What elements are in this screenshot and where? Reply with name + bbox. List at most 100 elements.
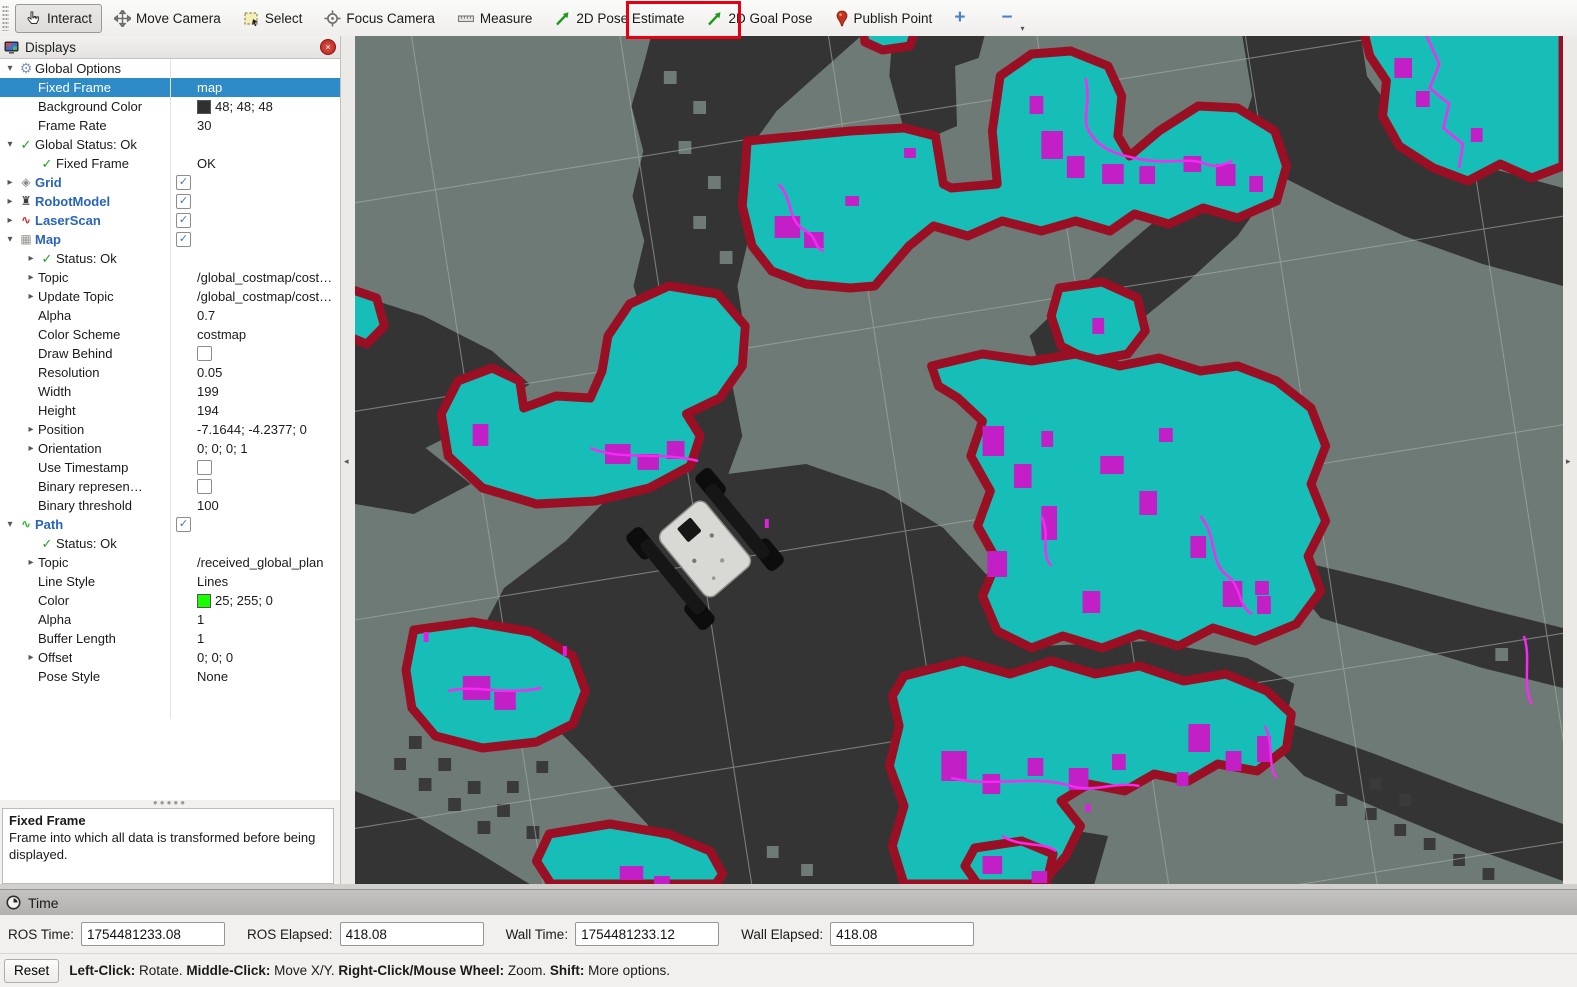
property-value[interactable]: /global_costmap/cost… [197,287,332,306]
left-collapse-strip[interactable]: ◂ [341,36,355,884]
expand-arrow[interactable]: ▾ [3,59,17,78]
property-value[interactable]: /global_costmap/cost… [197,268,332,287]
property-value[interactable]: 1 [197,610,204,629]
property-name: Update Topic [38,287,114,306]
property-value[interactable]: 0; 0; 0; 1 [197,439,248,458]
property-value[interactable]: -7.1644; -4.2377; 0 [197,420,307,439]
property-value[interactable]: Lines [197,572,228,591]
expand-arrow[interactable]: ▸ [24,287,38,306]
enabled-checkbox[interactable] [197,460,212,475]
right-collapse-strip[interactable]: ▸ [1563,36,1577,884]
property-value[interactable]: map [197,78,222,97]
enabled-checkbox[interactable] [176,213,191,228]
enabled-checkbox[interactable] [176,175,191,190]
property-name: Path [35,515,63,534]
toolbar-drag-handle[interactable] [2,5,9,31]
pose-estimate-tool-button[interactable]: 2D Pose Estimate [544,4,694,33]
property-value[interactable]: 0.7 [197,306,215,325]
add-tool-button[interactable]: + [944,7,975,29]
property-value[interactable]: 0; 0; 0 [197,648,233,667]
color-swatch[interactable] [197,594,211,608]
move-camera-tool-button[interactable]: Move Camera [104,4,231,33]
property-value[interactable]: OK [197,154,216,173]
publish-point-tool-button[interactable]: Publish Point [825,4,943,33]
expand-arrow[interactable]: ▸ [24,249,38,268]
property-value[interactable]: 100 [197,496,219,515]
property-value[interactable]: 194 [197,401,219,420]
goal-pose-tool-button[interactable]: 2D Goal Pose [696,4,822,33]
expand-arrow[interactable]: ▾ [3,515,17,534]
reset-button[interactable]: Reset [4,959,59,983]
row-type-icon [38,534,56,553]
panel-title: Displays [25,40,314,55]
color-swatch[interactable] [197,100,211,114]
move-arrows-icon [114,10,131,27]
select-tool-button[interactable]: Select [233,4,313,33]
property-name: Orientation [38,439,102,458]
move-camera-label: Move Camera [136,11,221,26]
interact-label: Interact [47,11,92,26]
time-panel-header[interactable]: Time [0,889,1577,915]
property-help-box: Fixed Frame Frame into which all data is… [2,808,334,884]
toolbar: Interact Move Camera Select [0,0,1577,37]
time-field-input[interactable] [81,922,225,946]
enabled-checkbox[interactable] [176,517,191,532]
time-field-input[interactable] [830,922,974,946]
hint-segment: Move X/Y. [270,963,338,978]
expand-arrow[interactable]: ▾ [3,230,17,249]
expand-arrow[interactable]: ▸ [3,192,17,211]
property-name: Color [38,591,69,610]
displays-panel-header[interactable]: Displays × [0,36,340,59]
expand-arrow[interactable]: ▸ [24,648,38,667]
property-value[interactable]: /received_global_plan [197,553,323,572]
property-name: LaserScan [35,211,101,230]
interact-tool-button[interactable]: Interact [15,4,102,33]
property-value[interactable]: 1 [197,629,204,648]
expand-arrow[interactable]: ▸ [3,173,17,192]
panel-splitter[interactable]: ●●●●● [0,800,340,807]
expand-arrow[interactable]: ▸ [3,211,17,230]
column-separator[interactable] [170,59,171,719]
time-field-input[interactable] [575,922,719,946]
row-type-icon [38,154,56,173]
property-name: Status: Ok [56,534,117,553]
3d-render-view[interactable] [355,36,1563,884]
property-name: Color Scheme [38,325,120,344]
expand-arrow[interactable]: ▸ [24,420,38,439]
property-name: Width [38,382,71,401]
enabled-checkbox[interactable] [176,232,191,247]
collapse-left-arrow[interactable]: ◂ [344,456,349,467]
measure-label: Measure [480,11,533,26]
close-panel-button[interactable]: × [320,39,336,55]
time-field-label: ROS Elapsed: [247,927,333,942]
property-value[interactable]: 30 [197,116,211,135]
publish-point-label: Publish Point [854,11,933,26]
expand-arrow[interactable]: ▸ [24,268,38,287]
property-name: Fixed Frame [56,154,129,173]
expand-arrow[interactable]: ▸ [24,439,38,458]
property-value[interactable]: 199 [197,382,219,401]
time-field-input[interactable] [340,922,484,946]
collapse-right-arrow[interactable]: ▸ [1566,456,1571,467]
property-value[interactable]: 25; 255; 0 [215,591,273,610]
enabled-checkbox[interactable] [197,346,212,361]
property-value[interactable]: 0.05 [197,363,222,382]
status-bar: Reset Left-Click: Rotate. Middle-Click: … [0,953,1577,987]
enabled-checkbox[interactable] [176,194,191,209]
expand-arrow[interactable]: ▸ [24,553,38,572]
property-name: Frame Rate [38,116,107,135]
hand-cursor-icon [25,10,42,27]
enabled-checkbox[interactable] [197,479,212,494]
remove-tool-button[interactable]: − ▾ [991,7,1022,29]
property-value[interactable]: None [197,667,228,686]
property-value[interactable]: costmap [197,325,246,344]
focus-camera-tool-button[interactable]: Focus Camera [314,4,445,33]
row-type-icon [17,135,35,154]
expand-arrow[interactable]: ▾ [3,135,17,154]
measure-tool-button[interactable]: Measure [447,4,543,33]
hint-segment: Zoom. [504,963,550,978]
row-type-icon [17,192,35,211]
property-value[interactable]: 48; 48; 48 [215,97,273,116]
property-name: Binary represen… [38,477,143,496]
tool-options-caret[interactable]: ▾ [1021,24,1025,33]
